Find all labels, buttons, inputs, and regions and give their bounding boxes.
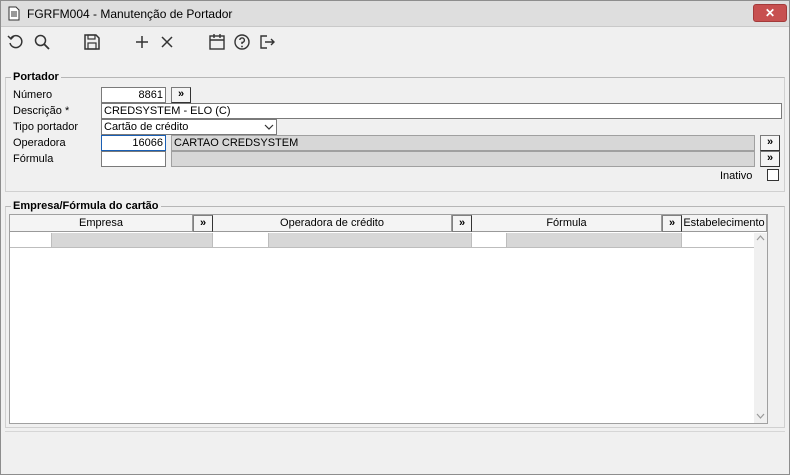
search-button[interactable] (32, 32, 52, 52)
delete-icon (161, 36, 173, 48)
tipo-portador-select[interactable]: Cartão de crédito (101, 119, 277, 135)
grid-cell-empresa-code[interactable] (10, 233, 52, 248)
refresh-button[interactable] (6, 32, 26, 52)
empresa-formula-grid: Empresa » Operadora de crédito » Fórmula… (9, 214, 768, 424)
grid-cell-operadora-name (269, 233, 472, 248)
window-title: FGRFM004 - Manutenção de Portador (27, 7, 233, 21)
add-button[interactable] (132, 32, 152, 52)
empresa-formula-group-title: Empresa/Fórmula do cartão (11, 200, 161, 212)
column-header-estabelecimento[interactable]: Estabelecimento (682, 215, 767, 232)
save-icon (84, 34, 100, 50)
operadora-lookup-button[interactable]: » (760, 135, 780, 151)
formula-column-lookup-button[interactable]: » (662, 215, 682, 232)
grid-cell-empresa-name (52, 233, 213, 248)
title-bar: FGRFM004 - Manutenção de Portador ✕ (1, 1, 789, 27)
toolbar (1, 28, 789, 58)
descricao-field[interactable]: CREDSYSTEM - ELO (C) (101, 103, 782, 119)
formula-name-field (171, 151, 755, 167)
calendar-button[interactable] (207, 32, 227, 52)
portador-group-title: Portador (11, 71, 61, 83)
main-window: FGRFM004 - Manutenção de Portador ✕ Port… (0, 0, 790, 475)
operadora-code-field[interactable]: 16066 (101, 135, 166, 151)
refresh-icon (7, 34, 23, 49)
numero-lookup-button[interactable]: » (171, 87, 191, 103)
close-button[interactable]: ✕ (753, 4, 787, 22)
operadora-label: Operadora (13, 137, 66, 149)
column-header-operadora[interactable]: Operadora de crédito (213, 215, 452, 232)
inativo-checkbox[interactable] (767, 169, 779, 181)
calendar-icon (209, 34, 225, 50)
descricao-label: Descrição * (13, 105, 70, 117)
grid-cell-formula-name (507, 233, 682, 248)
empresa-column-lookup-button[interactable]: » (193, 215, 213, 232)
save-button[interactable] (82, 32, 102, 52)
grid-cell-formula-code[interactable] (472, 233, 507, 248)
formula-lookup-button[interactable]: » (760, 151, 780, 167)
scroll-down-icon[interactable] (756, 413, 765, 419)
operadora-name-field: CARTAO CREDSYSTEM (171, 135, 755, 151)
numero-field[interactable]: 8861 (101, 87, 166, 103)
document-icon (8, 6, 20, 21)
numero-label: Número (13, 89, 53, 101)
column-header-formula[interactable]: Fórmula (472, 215, 662, 232)
formula-code-field[interactable] (101, 151, 166, 167)
column-header-empresa[interactable]: Empresa (10, 215, 193, 232)
tipo-portador-label: Tipo portador (13, 121, 79, 133)
grid-vertical-scrollbar[interactable] (754, 233, 767, 423)
operadora-column-lookup-button[interactable]: » (452, 215, 472, 232)
exit-icon (260, 35, 275, 49)
search-icon (34, 34, 50, 50)
status-bar-divider (5, 431, 785, 432)
help-button[interactable] (232, 32, 252, 52)
scroll-up-icon[interactable] (756, 235, 765, 241)
help-icon (234, 34, 250, 50)
delete-button[interactable] (157, 32, 177, 52)
chevron-down-icon (264, 124, 274, 130)
grid-cell-operadora-code[interactable] (213, 233, 269, 248)
inativo-label: Inativo (720, 170, 753, 182)
formula-label: Fórmula (13, 153, 54, 165)
add-icon (136, 36, 148, 48)
tipo-portador-value: Cartão de crédito (104, 121, 189, 133)
exit-button[interactable] (257, 32, 277, 52)
